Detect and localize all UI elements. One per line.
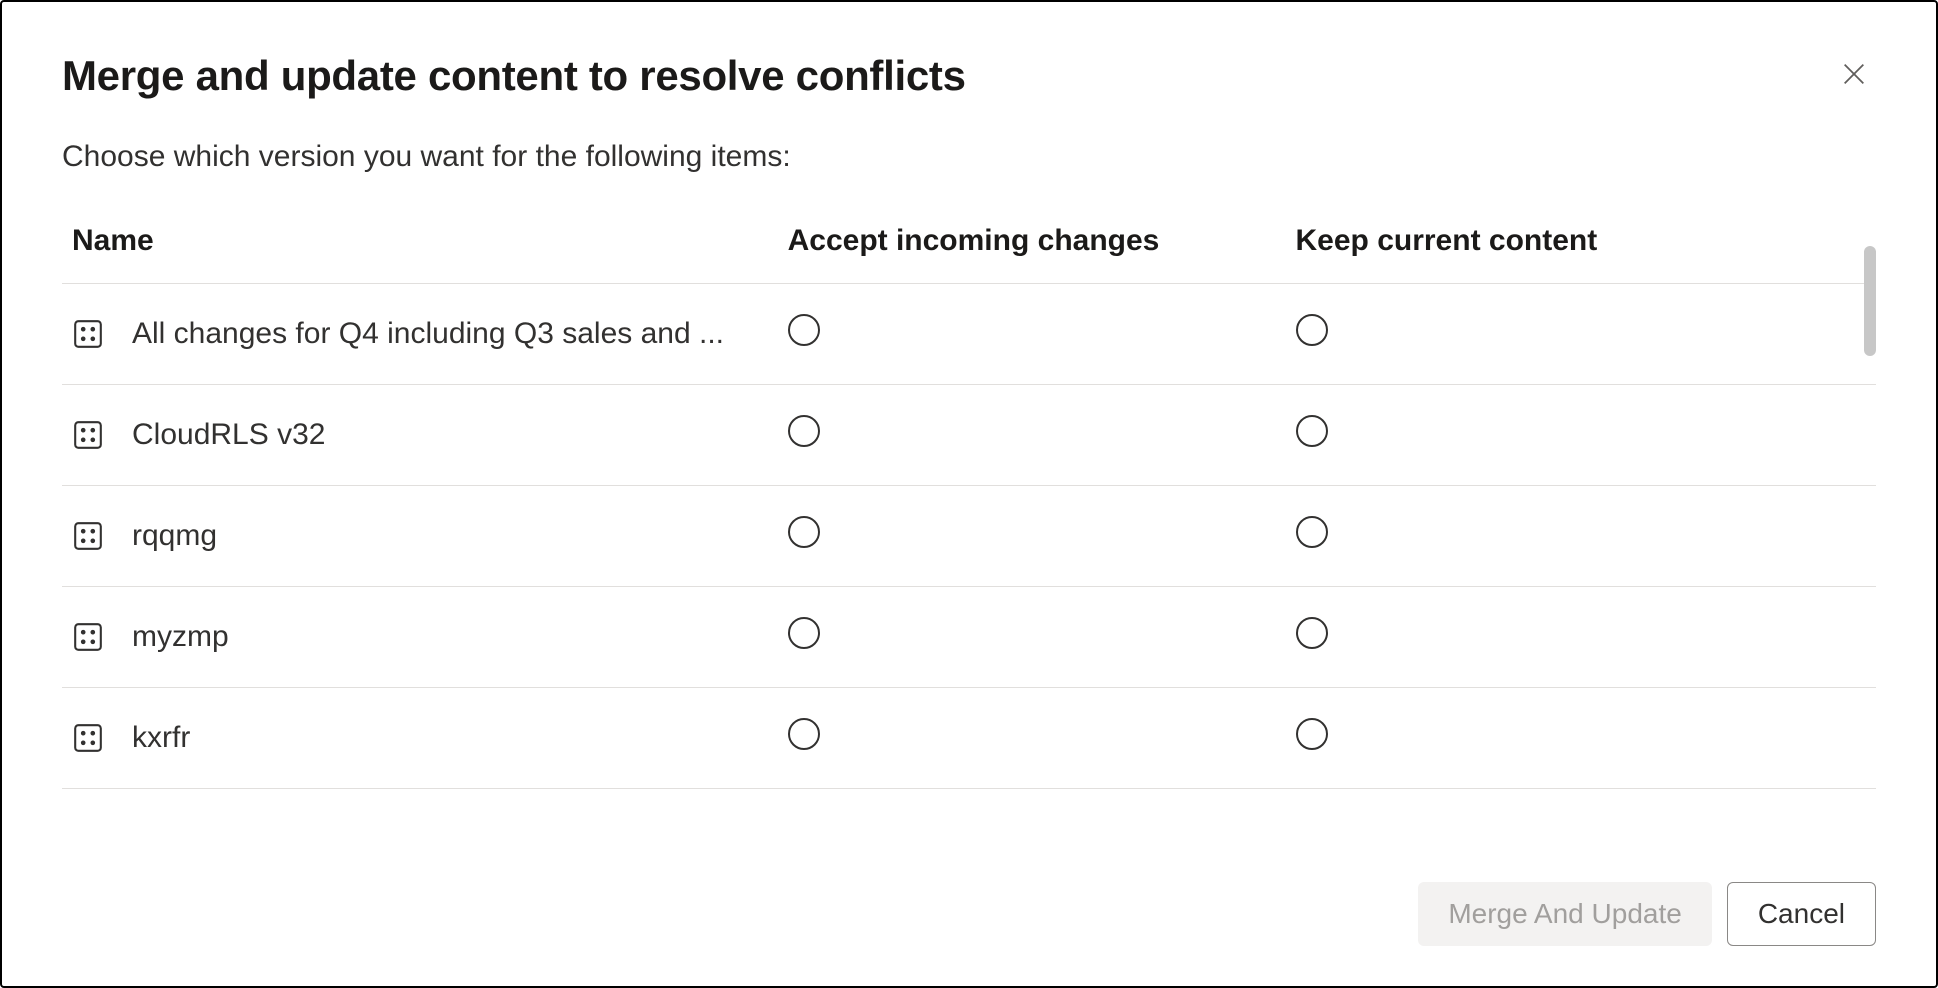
model-icon bbox=[72, 419, 104, 451]
table-row: kxrfr bbox=[62, 688, 1876, 789]
name-cell: rqqmg bbox=[72, 519, 788, 553]
item-name: rqqmg bbox=[132, 519, 217, 553]
model-icon bbox=[72, 520, 104, 552]
model-icon bbox=[72, 621, 104, 653]
name-cell: All changes for Q4 including Q3 sales an… bbox=[72, 317, 788, 351]
column-header-accept: Accept incoming changes bbox=[788, 224, 1296, 284]
radio-keep[interactable] bbox=[1296, 415, 1328, 447]
name-cell: kxrfr bbox=[72, 721, 788, 755]
table-row: myzmp bbox=[62, 587, 1876, 688]
radio-keep[interactable] bbox=[1296, 718, 1328, 750]
radio-keep[interactable] bbox=[1296, 314, 1328, 346]
radio-keep[interactable] bbox=[1296, 617, 1328, 649]
table-container: Name Accept incoming changes Keep curren… bbox=[62, 224, 1876, 852]
item-name: kxrfr bbox=[132, 721, 190, 755]
dialog-subtitle: Choose which version you want for the fo… bbox=[62, 140, 1876, 174]
merge-conflicts-dialog: Merge and update content to resolve conf… bbox=[0, 0, 1938, 988]
scrollbar-thumb[interactable] bbox=[1864, 246, 1876, 356]
radio-keep[interactable] bbox=[1296, 516, 1328, 548]
column-header-name: Name bbox=[62, 224, 788, 284]
cancel-button[interactable]: Cancel bbox=[1727, 882, 1876, 946]
radio-accept[interactable] bbox=[788, 415, 820, 447]
table-row: All changes for Q4 including Q3 sales an… bbox=[62, 284, 1876, 385]
column-header-keep: Keep current content bbox=[1296, 224, 1877, 284]
radio-accept[interactable] bbox=[788, 617, 820, 649]
table-row: rqqmg bbox=[62, 486, 1876, 587]
conflicts-table: Name Accept incoming changes Keep curren… bbox=[62, 224, 1876, 789]
radio-accept[interactable] bbox=[788, 718, 820, 750]
item-name: CloudRLS v32 bbox=[132, 418, 325, 452]
model-icon bbox=[72, 318, 104, 350]
radio-accept[interactable] bbox=[788, 314, 820, 346]
close-icon bbox=[1840, 60, 1868, 88]
item-name: All changes for Q4 including Q3 sales an… bbox=[132, 317, 724, 351]
name-cell: myzmp bbox=[72, 620, 788, 654]
close-button[interactable] bbox=[1832, 52, 1876, 96]
table-row: CloudRLS v32 bbox=[62, 385, 1876, 486]
radio-accept[interactable] bbox=[788, 516, 820, 548]
table-body: All changes for Q4 including Q3 sales an… bbox=[62, 284, 1876, 789]
merge-and-update-button[interactable]: Merge And Update bbox=[1418, 882, 1712, 946]
dialog-footer: Merge And Update Cancel bbox=[62, 882, 1876, 946]
dialog-title: Merge and update content to resolve conf… bbox=[62, 52, 966, 100]
model-icon bbox=[72, 722, 104, 754]
name-cell: CloudRLS v32 bbox=[72, 418, 788, 452]
dialog-header: Merge and update content to resolve conf… bbox=[62, 52, 1876, 100]
item-name: myzmp bbox=[132, 620, 229, 654]
